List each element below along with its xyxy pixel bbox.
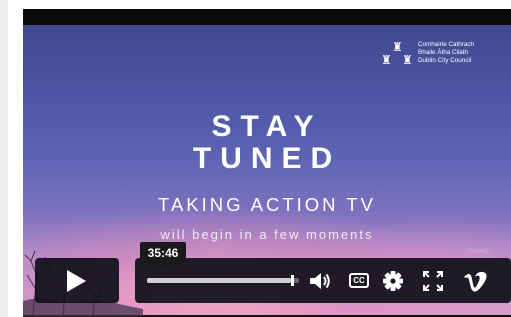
- fullscreen-button[interactable]: [421, 270, 445, 292]
- volume-icon: [310, 273, 330, 289]
- slate-heading-line2: TUNED: [192, 142, 342, 175]
- watermark-text: TAKING: [467, 249, 489, 255]
- council-name-irish-2: Bhaile Átha Cliath: [418, 49, 469, 56]
- play-button[interactable]: [35, 258, 119, 303]
- vimeo-button[interactable]: [461, 270, 491, 292]
- control-bar: CC: [135, 258, 511, 303]
- captions-icon: CC: [349, 273, 369, 288]
- council-name-irish-1: Comhairle Cathrach: [418, 41, 474, 48]
- slate-heading-line1: STAY: [211, 110, 323, 143]
- castles-icon: ♜ ♜ ♜: [381, 40, 413, 67]
- player-top-bar: [23, 9, 511, 25]
- council-name-english: Dublin City Council: [418, 57, 472, 64]
- dublin-city-council-logo: ♜ ♜ ♜ Comhairle Cathrach Bhaile Átha Cli…: [378, 37, 508, 77]
- vimeo-logo: [464, 271, 487, 292]
- play-icon: [67, 270, 86, 292]
- captions-button[interactable]: CC: [349, 270, 373, 292]
- volume-button[interactable]: [308, 270, 332, 292]
- progress-fill: [147, 278, 291, 283]
- slate-subtitle: TAKING ACTION TV: [158, 194, 376, 215]
- settings-button[interactable]: [381, 270, 405, 292]
- video-player[interactable]: ♜ ♜ ♜ Comhairle Cathrach Bhaile Átha Cli…: [23, 9, 511, 317]
- settings-icon: [383, 271, 403, 291]
- council-name: Comhairle Cathrach Bhaile Átha Cliath Du…: [418, 41, 508, 65]
- time-tooltip: 35:46: [140, 242, 186, 269]
- progress-bar[interactable]: [147, 275, 299, 286]
- progress-handle[interactable]: [291, 275, 294, 286]
- fullscreen-icon: [423, 271, 443, 291]
